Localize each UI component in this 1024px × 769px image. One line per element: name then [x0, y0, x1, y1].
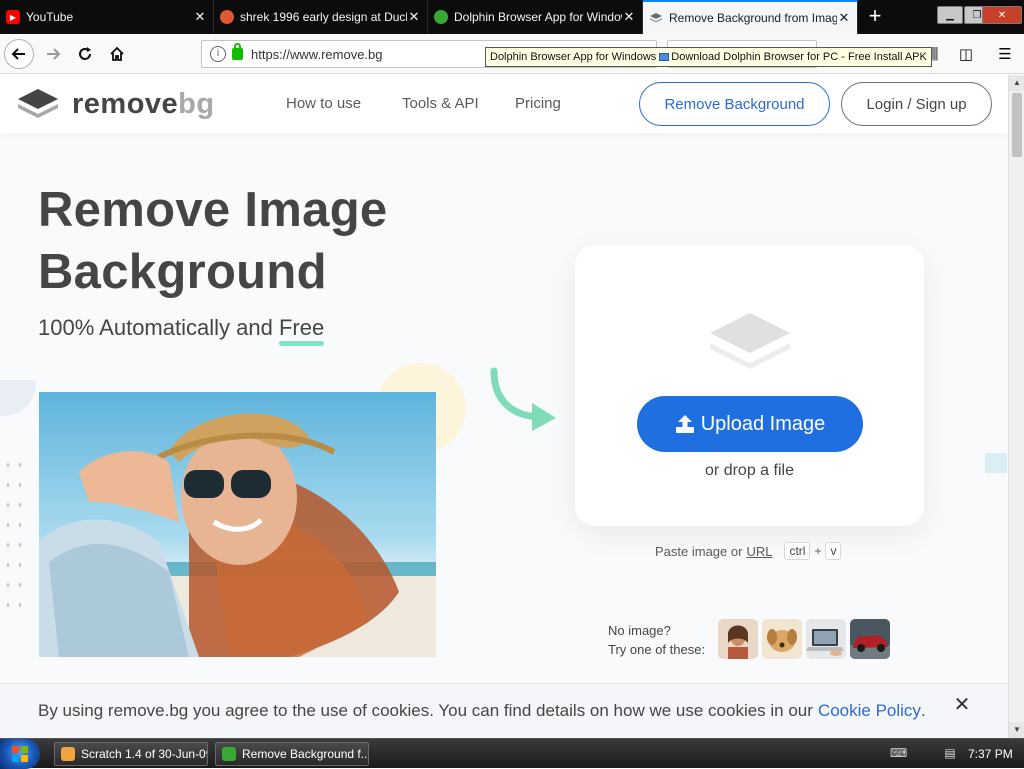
tab-title: YouTube — [26, 10, 74, 24]
site-header: removebg How to use Tools & API Pricing … — [0, 75, 1008, 133]
tooltip-text: Download Dolphin Browser for PC - Free I… — [671, 51, 927, 63]
tab-dolphin[interactable]: Dolphin Browser App for Windows ✕ — [428, 0, 643, 34]
start-button[interactable] — [0, 739, 40, 769]
decorative-square — [985, 453, 1007, 473]
keyboard-icon[interactable]: ⌨ — [890, 746, 907, 762]
minimize-icon[interactable]: ▁ — [937, 6, 963, 24]
network-icon[interactable]: ▤ — [942, 746, 958, 762]
tab-title: shrek 1996 early design at DuckDuckGo — [240, 10, 407, 24]
removebg-logo[interactable]: removebg — [16, 87, 215, 121]
dolphin-icon — [434, 10, 448, 24]
sidebar-icon[interactable]: ◫ — [957, 46, 975, 64]
taskbar-item-browser[interactable]: Remove Background f... — [215, 742, 369, 766]
tooltip-text: Dolphin Browser App for Windows — [490, 51, 657, 63]
v-key: v — [825, 542, 842, 560]
close-tab-icon[interactable]: ✕ — [837, 10, 851, 26]
nav-pricing[interactable]: Pricing — [515, 95, 561, 112]
sample-image-woman[interactable] — [718, 619, 758, 659]
upload-card: Upload Image or drop a file — [575, 245, 924, 526]
image-stack-icon — [710, 313, 790, 369]
close-tab-icon[interactable]: ✕ — [193, 9, 207, 25]
url-text: https://www.remove.bg — [251, 46, 383, 62]
taskbar: Scratch 1.4 of 30-Jun-09 Remove Backgrou… — [0, 738, 1024, 769]
logo-wordmark: removebg — [72, 87, 215, 120]
lock-icon[interactable] — [232, 43, 243, 60]
paste-hint: Paste image or URL ctrl + v — [655, 542, 842, 560]
upload-image-button[interactable]: Upload Image — [637, 396, 863, 452]
back-button[interactable] — [4, 39, 34, 69]
tab-youtube[interactable]: ▶ YouTube ✕ — [0, 0, 214, 34]
removebg-icon — [649, 11, 663, 25]
scratch-icon — [61, 747, 75, 761]
cookie-banner: By using remove.bg you agree to the use … — [0, 683, 1008, 738]
new-tab-button[interactable]: + — [862, 4, 888, 30]
tab-removebg[interactable]: Remove Background from Image ✕ — [643, 0, 858, 34]
layers-logo-icon — [18, 89, 58, 118]
forward-button[interactable] — [38, 39, 68, 69]
drop-file-hint: or drop a file — [705, 462, 794, 479]
hero-example-photo — [39, 392, 436, 657]
monitor-icon — [659, 53, 670, 61]
sample-image-car[interactable] — [850, 619, 890, 659]
nav-how-to-use[interactable]: How to use — [286, 95, 361, 112]
tab-duckduckgo[interactable]: shrek 1996 early design at DuckDuckGo ✕ — [214, 0, 428, 34]
ctrl-key: ctrl — [784, 542, 811, 560]
sample-image-dog[interactable] — [762, 619, 802, 659]
tab-strip: ▶ YouTube ✕ shrek 1996 early design at D… — [0, 0, 1024, 34]
curved-arrow-icon — [490, 367, 556, 431]
close-tab-icon[interactable]: ✕ — [407, 9, 421, 25]
upload-image-label: Upload Image — [700, 412, 826, 435]
page-subtitle: 100% Automatically and Free — [38, 315, 325, 346]
vertical-scrollbar[interactable]: ▲ ▼ — [1008, 75, 1024, 738]
taskbar-item-scratch[interactable]: Scratch 1.4 of 30-Jun-09 — [54, 742, 208, 766]
cookie-policy-link[interactable]: Cookie Policy — [818, 701, 921, 721]
nav-tools-api[interactable]: Tools & API — [402, 95, 479, 112]
login-signup-button[interactable]: Login / Sign up — [841, 82, 992, 126]
scroll-up-icon[interactable]: ▲ — [1009, 75, 1024, 91]
remove-background-button[interactable]: Remove Background — [639, 82, 830, 126]
sample-image-laptop[interactable] — [806, 619, 846, 659]
paste-url-link[interactable]: URL — [746, 544, 772, 559]
free-emphasis: Free — [278, 315, 325, 346]
scrollbar-thumb[interactable] — [1012, 93, 1022, 157]
close-icon[interactable]: ✕ — [952, 695, 972, 715]
upload-icon — [675, 415, 694, 433]
page-viewport: removebg How to use Tools & API Pricing … — [0, 75, 1008, 738]
windows-logo-icon — [12, 746, 28, 762]
decorative-dots — [2, 455, 28, 615]
info-icon[interactable]: i — [210, 46, 226, 62]
dolphin-icon — [222, 747, 236, 761]
page-title: Remove Image Background — [38, 183, 388, 299]
home-button[interactable] — [102, 39, 132, 69]
cookie-text: By using remove.bg you agree to the use … — [38, 701, 813, 720]
reload-button[interactable] — [70, 39, 100, 69]
youtube-icon: ▶ — [6, 10, 20, 24]
menu-icon[interactable]: ☰ — [996, 46, 1014, 64]
clock: 7:37 PM — [968, 747, 1013, 761]
scroll-down-icon[interactable]: ▼ — [1009, 722, 1024, 738]
tab-title: Remove Background from Image — [669, 11, 837, 25]
window-close-icon[interactable]: ✕ — [982, 6, 1022, 24]
sample-images-prompt: No image? Try one of these: — [608, 623, 706, 657]
link-tooltip: Dolphin Browser App for Windows Download… — [485, 47, 932, 67]
tab-title: Dolphin Browser App for Windows — [454, 10, 622, 24]
close-tab-icon[interactable]: ✕ — [622, 9, 636, 25]
duckduckgo-icon — [220, 10, 234, 24]
